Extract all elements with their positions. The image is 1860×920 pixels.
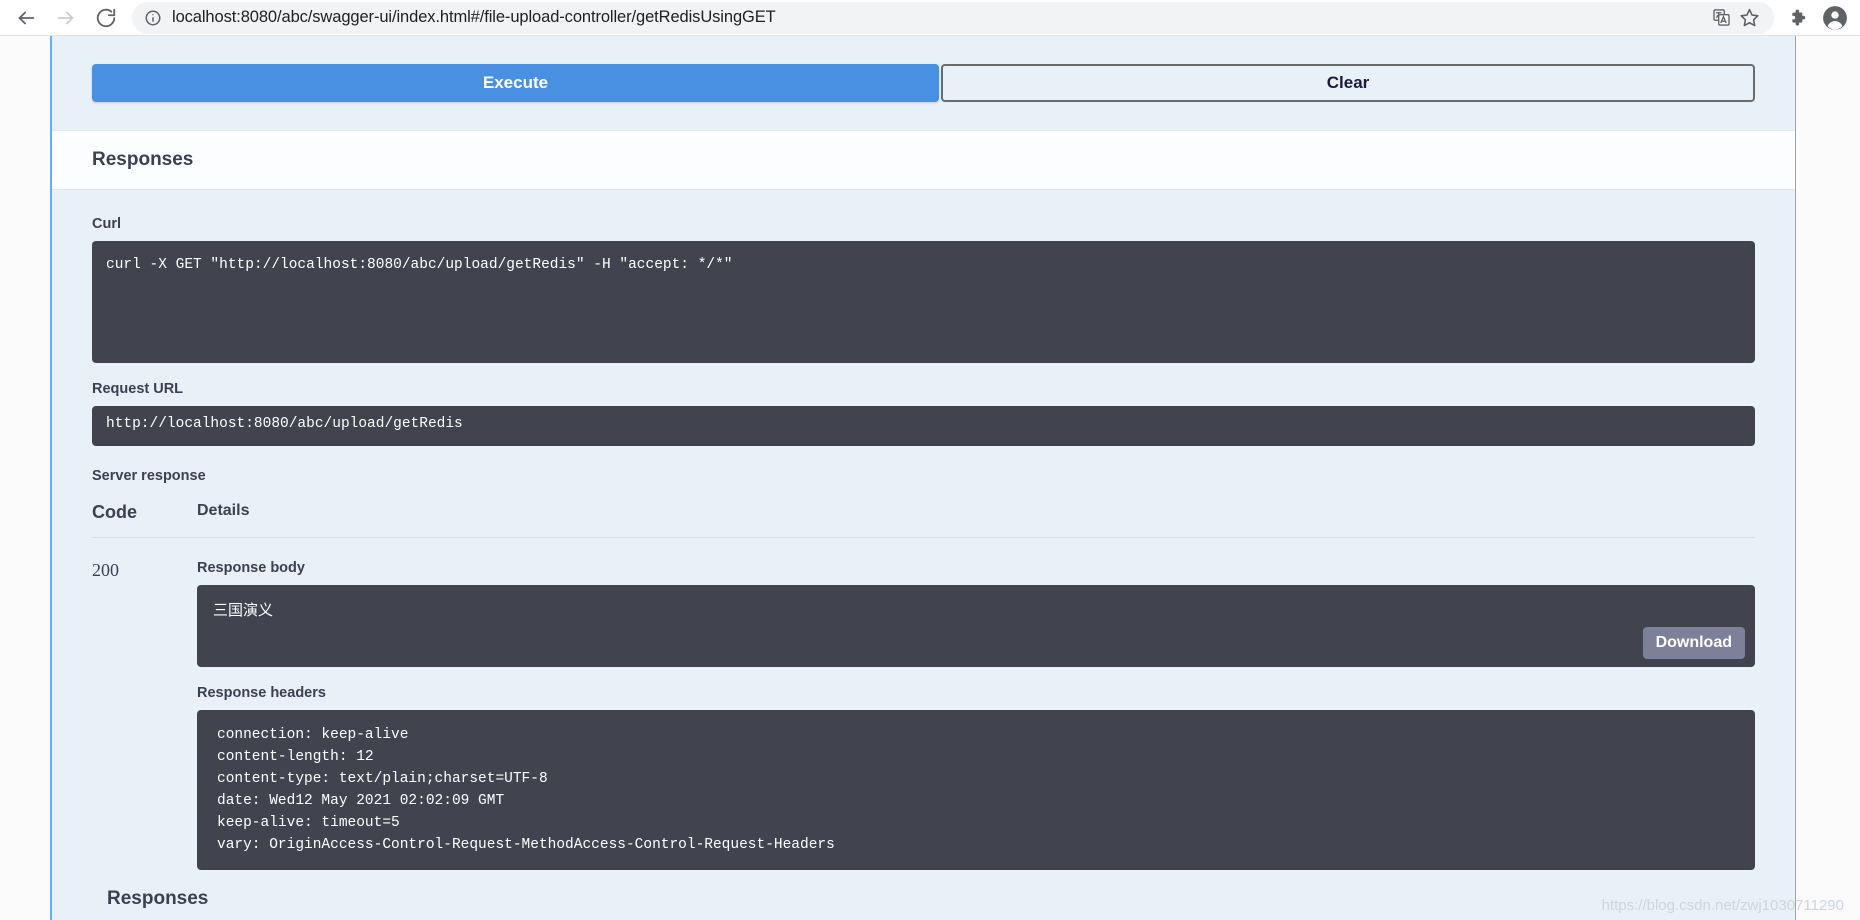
curl-command-block: curl -X GET "http://localhost:8080/abc/u…: [92, 241, 1755, 363]
request-url-block: http://localhost:8080/abc/upload/getRedi…: [92, 406, 1755, 446]
navigation-buttons: [0, 0, 124, 36]
reload-icon[interactable]: [88, 0, 124, 36]
back-arrow-icon[interactable]: [8, 0, 44, 36]
swagger-operation-block: Execute Clear Responses Curl curl -X GET…: [50, 36, 1796, 920]
responses-section-title: Responses: [52, 130, 1795, 190]
response-code: 200: [92, 560, 197, 910]
url-text: localhost:8080/abc/swagger-ui/index.html…: [172, 8, 776, 27]
bottom-responses-title: Responses: [107, 888, 1755, 910]
response-body-text: 三国演义: [213, 599, 1739, 620]
browser-toolbar: localhost:8080/abc/swagger-ui/index.html…: [0, 0, 1860, 36]
profile-avatar-icon[interactable]: [1820, 3, 1850, 33]
address-bar[interactable]: localhost:8080/abc/swagger-ui/index.html…: [132, 2, 1774, 34]
response-body-box: 三国演义 Download: [197, 585, 1755, 667]
browser-right-icons: [1784, 3, 1860, 33]
star-bookmark-icon[interactable]: [1736, 5, 1762, 31]
clear-button[interactable]: Clear: [941, 64, 1755, 102]
page-body: Execute Clear Responses Curl curl -X GET…: [0, 36, 1860, 920]
response-table-header: Code Details: [92, 484, 1755, 538]
response-body-label: Response body: [197, 560, 1755, 576]
omnibox-actions: [1698, 5, 1762, 31]
response-headers-label: Response headers: [197, 685, 1755, 701]
response-headers-block: connection: keep-alive content-length: 1…: [197, 710, 1755, 870]
translate-icon[interactable]: [1708, 5, 1734, 31]
curl-label: Curl: [92, 216, 1755, 232]
forward-arrow-icon[interactable]: [48, 0, 84, 36]
download-button[interactable]: Download: [1643, 627, 1745, 659]
request-url-label: Request URL: [92, 381, 1755, 397]
site-info-icon[interactable]: [144, 9, 162, 27]
responses-content: Curl curl -X GET "http://localhost:8080/…: [52, 190, 1795, 910]
column-header-code: Code: [92, 502, 197, 523]
execute-button[interactable]: Execute: [92, 64, 939, 102]
column-header-details: Details: [197, 502, 249, 523]
action-button-row: Execute Clear: [52, 36, 1795, 102]
response-details: Response body 三国演义 Download Response hea…: [197, 560, 1755, 910]
puzzle-extensions-icon[interactable]: [1784, 3, 1814, 33]
server-response-label: Server response: [92, 468, 1755, 484]
table-row: 200 Response body 三国演义 Download Response…: [92, 538, 1755, 910]
